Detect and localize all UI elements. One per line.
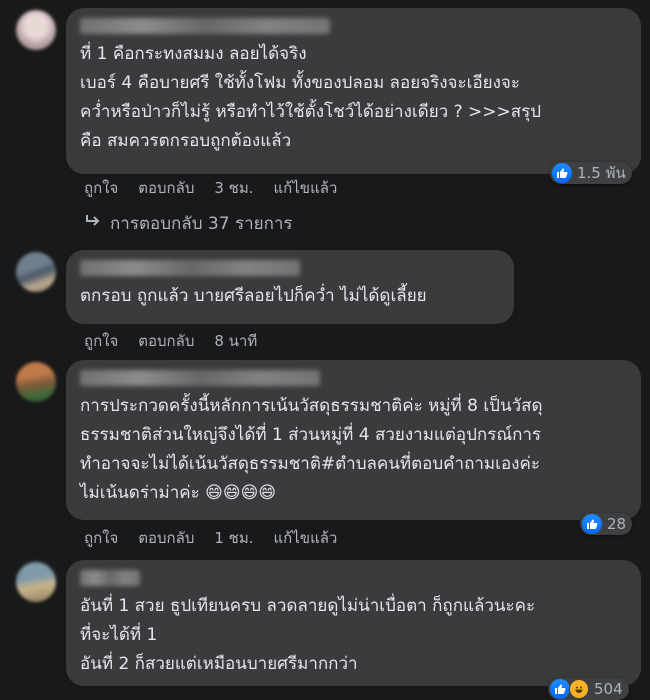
comment-timestamp[interactable]: 3 ชม. bbox=[214, 176, 253, 200]
comment-text: ที่ 1 คือกระทงสมมง ลอยได้จริง เบอร์ 4 คื… bbox=[80, 44, 542, 151]
commenter-name-blurred[interactable] bbox=[80, 18, 330, 34]
reaction-count: 504 bbox=[594, 680, 623, 698]
like-button[interactable]: ถูกใจ bbox=[84, 526, 118, 550]
reaction-count: 1.5 พัน bbox=[577, 164, 626, 182]
reaction-summary[interactable]: 504 bbox=[548, 678, 629, 700]
commenter-avatar[interactable] bbox=[16, 10, 56, 50]
comment-bubble: อันที่ 1 สวย ธูปเทียนครบ ลวดลายดูไม่น่าเ… bbox=[66, 560, 641, 686]
comment-timestamp[interactable]: 1 ชม. bbox=[214, 526, 253, 550]
comment-bubble: ตกรอบ ถูกแล้ว บายศรีลอยไปก็คว่ำ ไม่ได้ดู… bbox=[66, 250, 514, 324]
like-icon bbox=[582, 514, 602, 534]
commenter-name-blurred[interactable] bbox=[80, 260, 300, 276]
haha-icon bbox=[569, 679, 589, 699]
like-button[interactable]: ถูกใจ bbox=[84, 329, 118, 353]
comment-actions: ถูกใจ ตอบกลับ 1 ชม. แก้ไขแล้ว bbox=[84, 526, 337, 550]
comment-actions: ถูกใจ ตอบกลับ 8 นาที bbox=[84, 329, 257, 353]
edited-label[interactable]: แก้ไขแล้ว bbox=[274, 176, 338, 200]
replies-count-label: การตอบกลับ 37 รายการ bbox=[110, 214, 293, 234]
edited-label[interactable]: แก้ไขแล้ว bbox=[274, 526, 338, 550]
commenter-avatar[interactable] bbox=[16, 252, 56, 292]
commenter-name-blurred[interactable] bbox=[80, 570, 140, 586]
view-replies-link[interactable]: การตอบกลับ 37 รายการ bbox=[84, 210, 293, 237]
reaction-summary[interactable]: 1.5 พัน bbox=[550, 162, 632, 184]
like-icon bbox=[552, 163, 572, 183]
reaction-count: 28 bbox=[607, 515, 627, 533]
reply-button[interactable]: ตอบกลับ bbox=[138, 176, 194, 200]
commenter-avatar[interactable] bbox=[16, 562, 56, 602]
like-button[interactable]: ถูกใจ bbox=[84, 176, 118, 200]
comment-text: อันที่ 1 สวย ธูปเทียนครบ ลวดลายดูไม่น่าเ… bbox=[80, 596, 536, 674]
reply-button[interactable]: ตอบกลับ bbox=[138, 329, 194, 353]
comment-bubble: ที่ 1 คือกระทงสมมง ลอยได้จริง เบอร์ 4 คื… bbox=[66, 8, 641, 174]
comment-actions: ถูกใจ ตอบกลับ 3 ชม. แก้ไขแล้ว bbox=[84, 176, 337, 200]
reply-button[interactable]: ตอบกลับ bbox=[138, 526, 194, 550]
reply-arrow-icon bbox=[84, 213, 102, 234]
like-icon bbox=[550, 679, 570, 699]
comment-bubble: การประกวดครั้งนี้หลักการเน้นวัสดุธรรมชาต… bbox=[66, 360, 641, 520]
commenter-avatar[interactable] bbox=[16, 362, 56, 402]
comment-text: การประกวดครั้งนี้หลักการเน้นวัสดุธรรมชาต… bbox=[80, 396, 543, 503]
reaction-summary[interactable]: 28 bbox=[580, 513, 633, 535]
comment-text: ตกรอบ ถูกแล้ว บายศรีลอยไปก็คว่ำ ไม่ได้ดู… bbox=[80, 286, 427, 306]
comment-timestamp[interactable]: 8 นาที bbox=[214, 329, 257, 353]
commenter-name-blurred[interactable] bbox=[80, 370, 320, 386]
